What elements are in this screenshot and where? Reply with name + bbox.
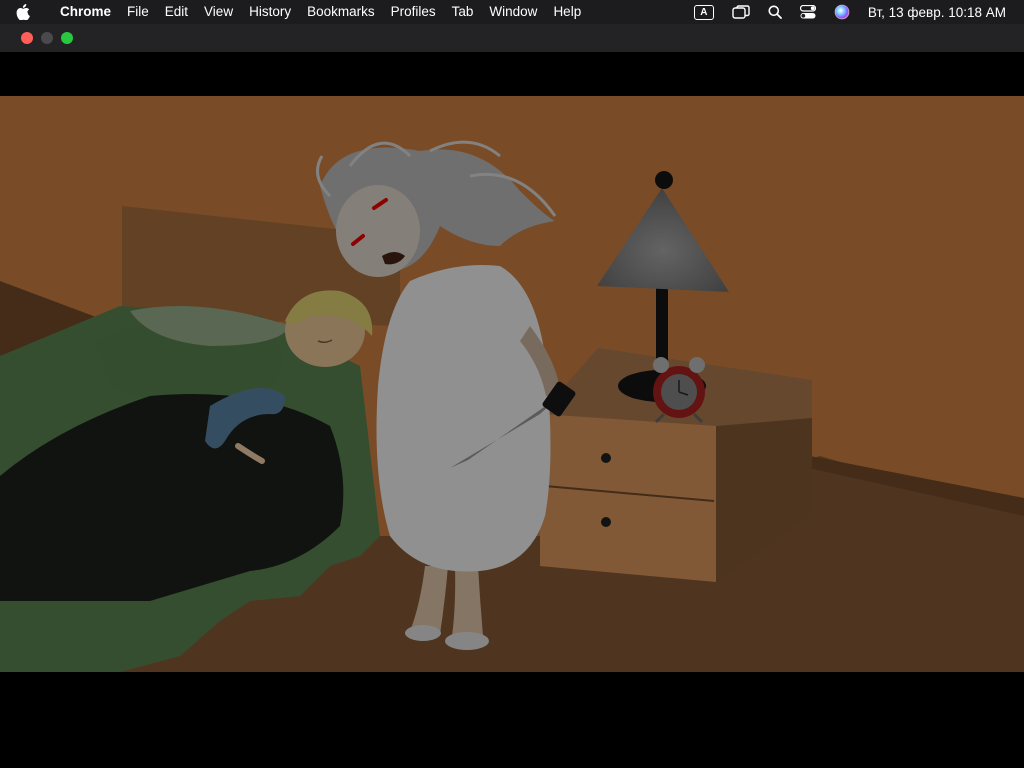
spotlight-search-icon[interactable] (768, 5, 782, 19)
menu-edit[interactable]: Edit (157, 0, 196, 24)
apple-icon[interactable] (16, 4, 38, 20)
siri-icon[interactable] (834, 4, 850, 20)
control-center-icon[interactable] (799, 5, 816, 19)
menu-view[interactable]: View (196, 0, 241, 24)
zoom-window-button[interactable] (61, 32, 73, 44)
video-frame-scene (0, 96, 1024, 672)
screen-mirroring-icon[interactable] (732, 5, 750, 19)
menu-tab[interactable]: Tab (444, 0, 482, 24)
input-source-indicator[interactable]: A (693, 4, 714, 20)
menu-window[interactable]: Window (481, 0, 545, 24)
menu-history[interactable]: History (241, 0, 299, 24)
window-titlebar (0, 24, 1024, 52)
close-window-button[interactable] (21, 32, 33, 44)
menu-help[interactable]: Help (545, 0, 589, 24)
drawer-knob (601, 517, 611, 527)
menu-app-name[interactable]: Chrome (52, 0, 119, 24)
granny-face (336, 185, 420, 277)
input-source-letter: A (693, 4, 714, 20)
menu-file[interactable]: File (119, 0, 157, 24)
menu-bookmarks[interactable]: Bookmarks (299, 0, 383, 24)
minimize-window-button[interactable] (41, 32, 53, 44)
fullscreen-video-viewport[interactable] (0, 52, 1024, 768)
menu-bar: Chrome File Edit View History Bookmarks … (0, 0, 1024, 24)
granny-nightgown (376, 265, 551, 572)
menu-clock[interactable]: Вт, 13 февр. 10:18 AM (868, 5, 1006, 20)
lamp-finial (655, 171, 673, 189)
drawer-knob (601, 453, 611, 463)
menu-profiles[interactable]: Profiles (383, 0, 444, 24)
